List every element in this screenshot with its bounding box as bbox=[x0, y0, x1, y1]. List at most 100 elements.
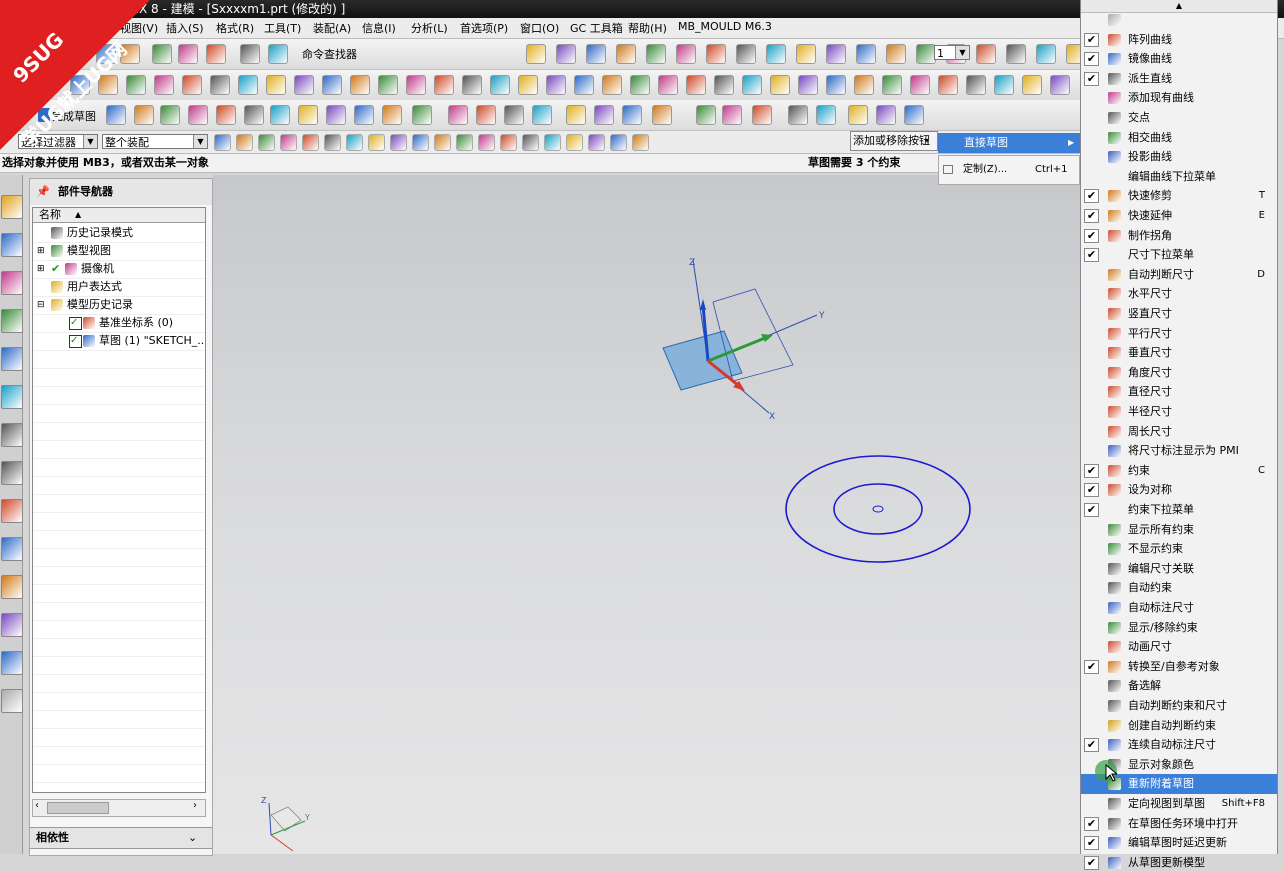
toolbar-button-icon[interactable] bbox=[976, 44, 996, 64]
toolbar-button-icon[interactable] bbox=[876, 105, 896, 125]
filter-button-icon[interactable] bbox=[346, 134, 363, 151]
toolbar-button-icon[interactable] bbox=[354, 105, 374, 125]
horizontal-scrollbar[interactable]: ‹ › bbox=[32, 799, 206, 817]
toolbar-button-icon[interactable] bbox=[766, 44, 786, 64]
menu-10[interactable]: 帮助(H) bbox=[628, 20, 667, 36]
toolbar-button-icon[interactable] bbox=[854, 75, 874, 95]
menu-item[interactable]: 添加现有曲线 bbox=[1081, 88, 1277, 108]
check-icon[interactable]: ✔ bbox=[1084, 189, 1099, 204]
toolbar-button-icon[interactable] bbox=[742, 75, 762, 95]
toolbar-button-icon[interactable] bbox=[798, 75, 818, 95]
toolbar-button-icon[interactable] bbox=[676, 44, 696, 64]
menu-item[interactable]: 显示所有约束 bbox=[1081, 520, 1277, 540]
toolbar-button-icon[interactable] bbox=[696, 105, 716, 125]
toolbar-button-icon[interactable] bbox=[154, 75, 174, 95]
filter-button-icon[interactable] bbox=[632, 134, 649, 151]
toolbar-button-icon[interactable] bbox=[412, 105, 432, 125]
menu-item[interactable]: ✔ 快速延伸 E bbox=[1081, 206, 1277, 226]
toolbar-button-icon[interactable] bbox=[326, 105, 346, 125]
menu-item[interactable]: 创建自动判断约束 bbox=[1081, 716, 1277, 736]
toolbar-button-icon[interactable] bbox=[904, 105, 924, 125]
scroll-right-icon[interactable]: › bbox=[193, 800, 197, 811]
toolbar-button-icon[interactable] bbox=[722, 105, 742, 125]
filter-button-icon[interactable] bbox=[236, 134, 253, 151]
menu-item[interactable]: 不显示约束 bbox=[1081, 539, 1277, 559]
check-icon[interactable]: ✔ bbox=[1084, 71, 1099, 86]
toolbar-button-icon[interactable] bbox=[788, 105, 808, 125]
dependency-panel[interactable]: 相依性 ⌄ bbox=[30, 827, 212, 849]
command-finder-label[interactable]: 命令查找器 bbox=[302, 46, 357, 62]
toolbar-button-icon[interactable] bbox=[848, 105, 868, 125]
menu-item[interactable]: 将尺寸标注显示为 PMI bbox=[1081, 441, 1277, 461]
resource-tab-icon[interactable] bbox=[1, 309, 23, 333]
toolbar-button-icon[interactable] bbox=[160, 105, 180, 125]
toolbar-button-icon[interactable] bbox=[182, 75, 202, 95]
toolbar-button-icon[interactable] bbox=[796, 44, 816, 64]
menu-item[interactable]: 动画尺寸 bbox=[1081, 637, 1277, 657]
menu-item[interactable]: 相交曲线 bbox=[1081, 128, 1277, 148]
toolbar-button-icon[interactable] bbox=[210, 75, 230, 95]
toolbar-button-icon[interactable] bbox=[646, 44, 666, 64]
toolbar-button-icon[interactable] bbox=[1050, 75, 1070, 95]
menu-item[interactable]: ✔ 转换至/自参考对象 bbox=[1081, 657, 1277, 677]
tree-row[interactable]: 历史记录模式 bbox=[33, 224, 205, 243]
zoom-combo[interactable]: 1 ▼ bbox=[934, 45, 970, 60]
toolbar-button-icon[interactable] bbox=[602, 75, 622, 95]
menu-7[interactable]: 首选项(P) bbox=[460, 20, 508, 36]
check-icon[interactable]: ✔ bbox=[1084, 228, 1099, 243]
toolbar-button-icon[interactable] bbox=[462, 75, 482, 95]
menu-item[interactable]: 自动判断尺寸 D bbox=[1081, 265, 1277, 285]
toolbar-button-icon[interactable] bbox=[574, 75, 594, 95]
resource-tab-icon[interactable] bbox=[1, 651, 23, 675]
menu-9[interactable]: GC 工具箱 bbox=[570, 20, 623, 36]
menu-item[interactable]: 角度尺寸 bbox=[1081, 363, 1277, 383]
toolbar-button-icon[interactable] bbox=[188, 105, 208, 125]
check-icon[interactable]: ✔ bbox=[1084, 463, 1099, 478]
toolbar-button-icon[interactable] bbox=[532, 105, 552, 125]
filter-button-icon[interactable] bbox=[588, 134, 605, 151]
resource-tab-icon[interactable] bbox=[1, 271, 23, 295]
menu-item[interactable]: 编辑曲线下拉菜单 bbox=[1081, 167, 1277, 187]
toolbar-button-icon[interactable] bbox=[706, 44, 726, 64]
toolbar-button-icon[interactable] bbox=[816, 105, 836, 125]
menu-2[interactable]: 格式(R) bbox=[216, 20, 254, 36]
menu-item[interactable]: 自动判断约束和尺寸 bbox=[1081, 696, 1277, 716]
toolbar-button-icon[interactable] bbox=[556, 44, 576, 64]
menu-item[interactable]: 半径尺寸 bbox=[1081, 402, 1277, 422]
toolbar-button-icon[interactable] bbox=[266, 75, 286, 95]
tree-row[interactable]: ✓ 基准坐标系 (0) bbox=[33, 314, 205, 333]
menu-item[interactable]: 显示/移除约束 bbox=[1081, 618, 1277, 638]
toolbar-button-icon[interactable] bbox=[616, 44, 636, 64]
toolbar-button-icon[interactable] bbox=[994, 75, 1014, 95]
filter-button-icon[interactable] bbox=[566, 134, 583, 151]
toolbar-button-icon[interactable] bbox=[322, 75, 342, 95]
filter-button-icon[interactable] bbox=[214, 134, 231, 151]
toolbar-button-icon[interactable] bbox=[476, 105, 496, 125]
menu-item[interactable]: 水平尺寸 bbox=[1081, 284, 1277, 304]
filter-button-icon[interactable] bbox=[544, 134, 561, 151]
expand-toggle-icon[interactable]: ⊟ bbox=[37, 296, 45, 314]
filter-button-icon[interactable] bbox=[522, 134, 539, 151]
toolbar-button-icon[interactable] bbox=[448, 105, 468, 125]
toolbar-button-icon[interactable] bbox=[752, 105, 772, 125]
toolbar-button-icon[interactable] bbox=[406, 75, 426, 95]
menu-item[interactable] bbox=[1081, 10, 1277, 30]
menu-item[interactable]: 自动约束 bbox=[1081, 578, 1277, 598]
tree-row[interactable]: ⊞ 模型视图 bbox=[33, 242, 205, 261]
toolbar-button-icon[interactable] bbox=[882, 75, 902, 95]
toolbar-button-icon[interactable] bbox=[658, 75, 678, 95]
toolbar-button-icon[interactable] bbox=[270, 105, 290, 125]
check-icon[interactable]: ✔ bbox=[1084, 209, 1099, 223]
resource-tab-icon[interactable] bbox=[1, 613, 23, 637]
menu-4[interactable]: 装配(A) bbox=[313, 20, 351, 36]
menu-item[interactable]: ✔ 派生直线 bbox=[1081, 69, 1277, 89]
menu-item[interactable]: 投影曲线 bbox=[1081, 147, 1277, 167]
menu-6[interactable]: 分析(L) bbox=[411, 20, 448, 36]
menu-item[interactable]: 定向视图到草图 Shift+F8 bbox=[1081, 794, 1277, 814]
sketch-circles[interactable] bbox=[785, 455, 971, 563]
toolbar-button-icon[interactable] bbox=[294, 75, 314, 95]
direct-sketch-item[interactable]: 直接草图 ▶ bbox=[938, 133, 1080, 153]
resource-tab-icon[interactable] bbox=[1, 575, 23, 599]
toolbar-button-icon[interactable] bbox=[938, 75, 958, 95]
check-icon[interactable]: ✔ bbox=[1084, 52, 1099, 67]
